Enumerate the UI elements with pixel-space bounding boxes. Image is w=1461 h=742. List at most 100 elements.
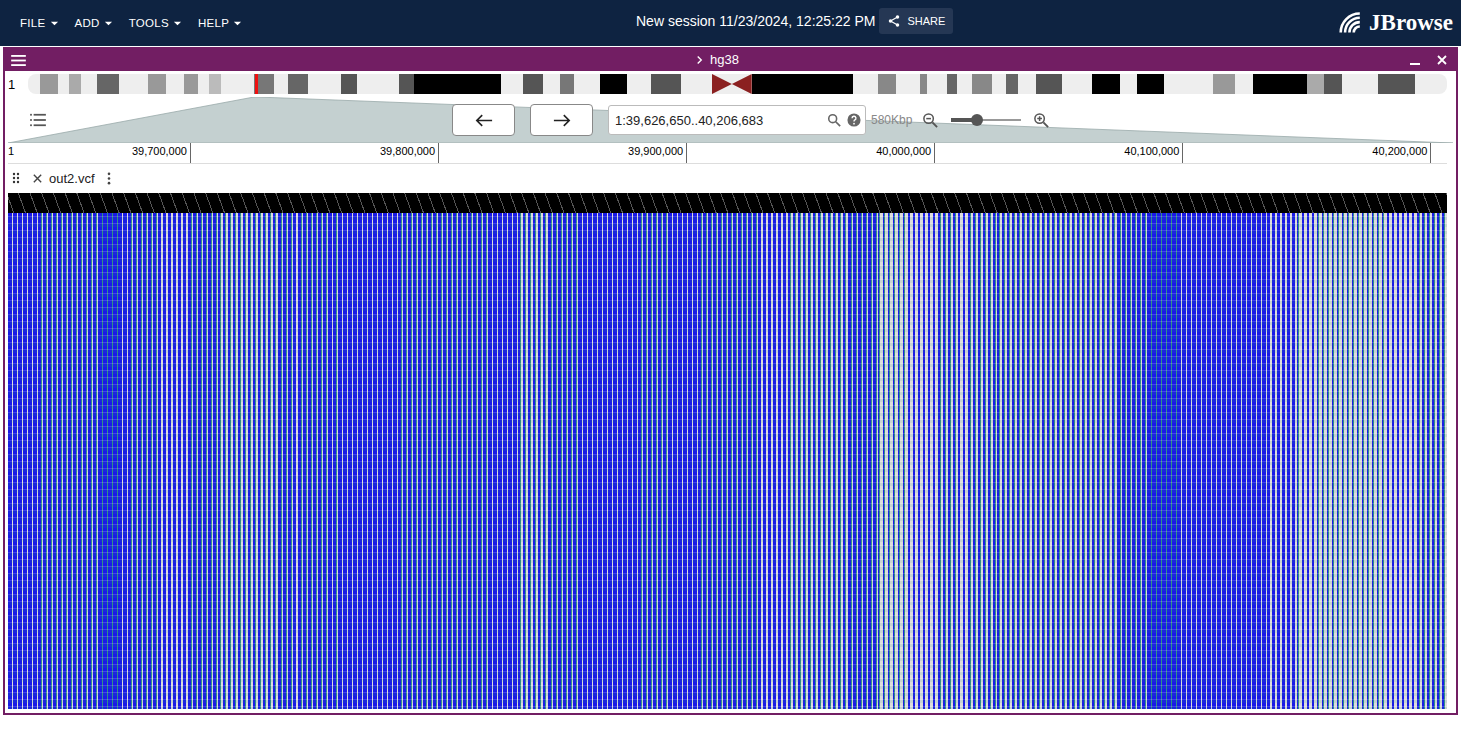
cytoband [920,74,928,94]
matrix-column [848,213,878,709]
cytoband [878,74,896,94]
chromosome-label: 1 [5,77,28,92]
drag-handle-icon[interactable] [12,172,20,184]
ruler: 1 39,700,00039,800,00039,900,00040,000,0… [8,143,1447,164]
jbrowse-logo: JBrowse [1337,10,1453,36]
matrix-column [668,213,698,709]
cytoband [357,74,398,94]
cytoband [560,74,574,94]
ruler-tick: 39,800,000 [438,143,439,163]
ruler-tick: 40,000,000 [934,143,935,163]
ruler-tick: 39,900,000 [686,143,687,163]
jbrowse-app: FILE ADD TOOLS HELP New session 11/23/20… [0,0,1461,742]
cytoband [274,74,288,94]
cytoband [574,74,600,94]
cytoband [1378,74,1415,94]
centromere [712,74,752,94]
cytoband [69,74,81,94]
matrix-column [308,213,338,709]
cytoband [957,74,972,94]
zoom-slider[interactable] [951,113,1021,127]
matrix-column [818,213,848,709]
matrix-column [1327,213,1357,709]
matrix-column [1117,213,1147,709]
matrix-column [278,213,308,709]
cytoband [853,74,878,94]
share-button[interactable]: SHARE [879,8,953,34]
back-button[interactable] [452,104,515,136]
cytoband [1415,74,1447,94]
menu-icon[interactable] [11,55,26,66]
cytoband [651,74,681,94]
cytoband [543,74,561,94]
matrix-column [1387,213,1417,709]
menu-bar: FILE ADD TOOLS HELP [0,13,248,33]
zoom-in-icon[interactable] [1033,112,1050,129]
forward-button[interactable] [530,104,593,136]
location-field[interactable]: 1:39,626,650..40,206,683 [608,105,866,135]
view-marker [255,74,258,94]
matrix-column [1237,213,1267,709]
view-title[interactable]: hg38 [695,52,739,67]
cytoband [1006,74,1018,94]
matrix-column [458,213,488,709]
dropdown-icon [173,19,182,28]
matrix-column [908,213,938,709]
cytoband [523,74,543,94]
matrix-column [428,213,458,709]
cytoband [209,74,221,94]
matrix-column [68,213,98,709]
close-track-icon[interactable] [32,173,43,184]
cytoband [399,74,415,94]
track-header: out2.vcf [8,166,1447,190]
cytoband [97,74,119,94]
cytoband [600,74,628,94]
cytoband [1342,74,1378,94]
zoom-out-icon[interactable] [922,112,939,129]
logo-icon [1337,10,1367,36]
close-icon[interactable] [1436,54,1448,66]
minimize-icon[interactable] [1409,54,1421,66]
cytoband [28,74,40,94]
cytoband [681,74,713,94]
search-icon[interactable] [827,113,841,127]
matrix-column [158,213,188,709]
cytoband [198,74,210,94]
matrix-column [608,213,638,709]
cytoband [341,74,358,94]
cytoband [414,74,501,94]
ruler-tick: 39,700,000 [190,143,191,163]
cytoband [221,74,254,94]
slider-thumb[interactable] [971,114,983,126]
linear-genome-view: hg38 1 1:39,626,650..40,206,683 580Kbp 1… [3,47,1458,715]
menu-button[interactable]: FILE [14,13,65,33]
menu-button[interactable]: TOOLS [123,13,188,33]
cytoband [288,74,308,94]
cytoband [308,74,341,94]
session-name[interactable]: New session 11/23/2024, 12:25:22 PM [636,13,875,29]
cytoband [972,74,992,94]
matrix-column [8,213,38,709]
cytoband [58,74,70,94]
matrix-column [128,213,158,709]
cytoband [1062,74,1092,94]
matrix-column [1087,213,1117,709]
dropdown-icon [104,19,113,28]
track-menu-icon[interactable] [107,172,111,185]
menu-button[interactable]: ADD [69,13,119,33]
menu-button[interactable]: HELP [192,13,248,33]
genotype-matrix [8,213,1447,709]
ideogram[interactable] [28,74,1447,94]
cytoband [1036,74,1063,94]
track-selector-icon[interactable] [30,113,46,127]
view-header: hg38 [5,49,1456,71]
cytoband [148,74,166,94]
arrow-left-icon [475,114,493,127]
matrix-column [578,213,608,709]
view-width-label: 580Kbp [871,113,912,127]
matrix-column [1297,213,1327,709]
matrix-column [368,213,398,709]
app-bar: FILE ADD TOOLS HELP New session 11/23/20… [0,0,1461,46]
matrix-column [1417,213,1447,709]
help-icon[interactable] [847,113,861,127]
